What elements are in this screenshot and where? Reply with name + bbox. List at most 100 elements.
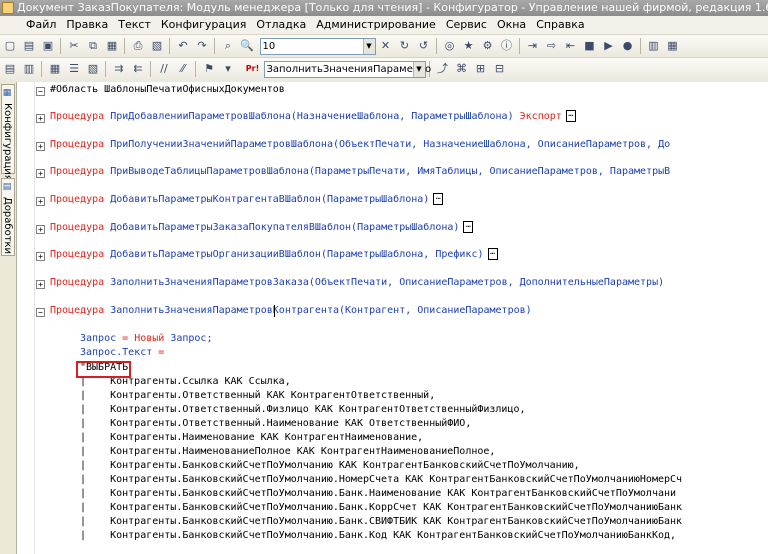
search-icon[interactable]: 🔍: [239, 38, 255, 54]
tab-configuration[interactable]: ▦ Конфигурация: [1, 84, 15, 181]
undo-icon[interactable]: ↶: [175, 38, 191, 54]
window-titlebar: Документ ЗаказПокупателя: Модуль менедже…: [0, 0, 768, 16]
run-icon[interactable]: ★: [461, 38, 477, 54]
procedure-line: Процедура ПриПолученииЗначенийПараметров…: [50, 139, 671, 150]
menu-windows[interactable]: Окна: [492, 16, 531, 34]
breakpoint-icon[interactable]: ●: [620, 38, 636, 54]
tab-modifications-label: Доработки: [2, 197, 13, 255]
step-over-icon[interactable]: ⇨: [544, 38, 560, 54]
print-preview-icon[interactable]: ▧: [149, 38, 165, 54]
fold-toggle[interactable]: +: [36, 169, 45, 178]
query-field-line: | Контрагенты.БанковскийСчетПоУмолчанию.…: [80, 530, 677, 541]
fold-toggle[interactable]: +: [36, 225, 45, 234]
go-to-definition-icon[interactable]: ⤴: [435, 61, 451, 77]
search-input[interactable]: 10 ▼: [259, 38, 376, 55]
code-editor[interactable]: − #Область ШаблоныПечатиОфисныхДокументо…: [17, 82, 768, 554]
continue-icon[interactable]: ▶: [601, 38, 617, 54]
collapsed-block-marker[interactable]: …: [565, 110, 576, 122]
fold-toggle[interactable]: +: [36, 252, 45, 261]
text-cursor: [274, 305, 275, 317]
menu-service[interactable]: Сервис: [441, 16, 492, 34]
debug-icon[interactable]: ⚙: [480, 38, 496, 54]
menu-configuration[interactable]: Конфигурация: [156, 16, 252, 34]
chevron-down-icon[interactable]: ▼: [362, 39, 375, 54]
syntax-icon[interactable]: ◎: [442, 38, 458, 54]
code-area[interactable]: − #Область ШаблоныПечатиОфисныхДокументо…: [17, 82, 768, 554]
list-icon[interactable]: ☰: [66, 61, 82, 77]
window-icon[interactable]: ▥: [646, 38, 662, 54]
bookmark-icon[interactable]: ⚑: [201, 61, 217, 77]
open-folder-icon[interactable]: ▤: [21, 38, 37, 54]
fold-toggle[interactable]: −: [36, 87, 45, 96]
query-field-line: | Контрагенты.Ответственный.Наименование…: [80, 418, 472, 429]
procedure-line: Процедура ПриДобавленииПараметровШаблона…: [50, 110, 576, 124]
procedure-line: Процедура ЗаполнитьЗначенияПараметровКон…: [50, 305, 532, 316]
comment-icon[interactable]: //: [156, 61, 172, 77]
collapsed-block-marker[interactable]: …: [487, 248, 498, 260]
query-field-line: | Контрагенты.БанковскийСчетПоУмолчанию.…: [80, 474, 683, 485]
query-field-line: | Контрагенты.БанковскийСчетПоУмолчанию.…: [80, 502, 683, 513]
query-field-line: | Контрагенты.БанковскийСчетПоУмолчанию.…: [80, 516, 683, 527]
region-line: #Область ШаблоныПечатиОфисныхДокументов: [50, 84, 285, 95]
configuration-icon: ▦: [2, 88, 12, 98]
menu-file[interactable]: Файл: [0, 16, 61, 34]
replace-icon[interactable]: ↺: [416, 38, 432, 54]
chevron-down-icon[interactable]: ▼: [412, 62, 425, 77]
collapsed-block-marker[interactable]: …: [433, 193, 444, 205]
query-field-line: | Контрагенты.Наименование КАК Контраген…: [80, 432, 424, 443]
tab-configuration-label: Конфигурация: [2, 103, 13, 181]
print-icon[interactable]: ⎙: [130, 38, 146, 54]
new-document-icon[interactable]: ▢: [2, 38, 18, 54]
module-icon[interactable]: ▧: [85, 61, 101, 77]
menu-debug[interactable]: Отладка: [251, 16, 311, 34]
fold-toggle[interactable]: +: [36, 142, 45, 151]
query-field-line: | Контрагенты.Ответственный.Физлицо КАК …: [80, 404, 526, 415]
collapsed-block-marker[interactable]: …: [463, 221, 474, 233]
procedure-list-icon[interactable]: ▾: [220, 61, 236, 77]
query-field-line: | Контрагенты.Ответственный КАК Контраге…: [80, 390, 436, 401]
properties-icon[interactable]: ▥: [21, 61, 37, 77]
collapse-icon[interactable]: ⊟: [492, 61, 508, 77]
cut-icon[interactable]: ✂: [66, 38, 82, 54]
tile-icon[interactable]: ▦: [665, 38, 681, 54]
tab-modifications[interactable]: ▤ Доработки: [1, 178, 15, 256]
fold-toggle[interactable]: +: [36, 114, 45, 123]
find-next-icon[interactable]: ✕: [378, 38, 394, 54]
copy-icon[interactable]: ⧉: [85, 38, 101, 54]
grid-icon[interactable]: ▦: [47, 61, 63, 77]
redo-icon[interactable]: ↷: [194, 38, 210, 54]
find-in-folder-icon[interactable]: ⌕: [220, 38, 236, 54]
step-into-icon[interactable]: ⇥: [525, 38, 541, 54]
uncomment-icon[interactable]: ⁄⁄: [175, 61, 191, 77]
procedure-select[interactable]: ЗаполнитьЗначенияПараметро ▼: [263, 61, 431, 78]
config-tree-icon[interactable]: ▤: [2, 61, 18, 77]
fold-toggle[interactable]: +: [36, 280, 45, 289]
menu-bar: Файл Правка Текст Конфигурация Отладка Админи…: [0, 16, 768, 35]
side-panel: ▦ Конфигурация ▤ Доработки: [0, 82, 17, 554]
menu-administration[interactable]: Администрирование: [311, 16, 441, 34]
outdent-icon[interactable]: ⇇: [130, 61, 146, 77]
module-structure-icon[interactable]: ⌘: [454, 61, 470, 77]
expand-icon[interactable]: ⊞: [473, 61, 489, 77]
step-out-icon[interactable]: ⇤: [563, 38, 579, 54]
menu-edit[interactable]: Правка: [61, 16, 113, 34]
indent-icon[interactable]: ⇉: [111, 61, 127, 77]
menu-text[interactable]: Текст: [113, 16, 156, 34]
highlight-box: [76, 361, 131, 378]
menu-help[interactable]: Справка: [531, 16, 589, 34]
query-field-line: | Контрагенты.БанковскийСчетПоУмолчанию …: [80, 460, 580, 471]
fold-toggle[interactable]: −: [36, 308, 45, 317]
paste-icon[interactable]: ▦: [104, 38, 120, 54]
procedure-line: Процедура ДобавитьПараметрыОрганизацииВШ…: [50, 248, 498, 262]
fold-toggle[interactable]: +: [36, 197, 45, 206]
modifications-icon: ▤: [2, 182, 12, 192]
stop-icon[interactable]: ■: [582, 38, 598, 54]
code-line: Запрос = Новый Запрос;: [80, 333, 213, 344]
save-icon[interactable]: ▣: [40, 38, 56, 54]
module-toolbar: ▤ ▥ ▦ ☰ ▧ ⇉ ⇇ //⁄⁄ ⚑ ▾ Pr! ЗаполнитьЗначенияПараме…: [0, 58, 768, 83]
window-title: Документ ЗаказПокупателя: Модуль менедже…: [17, 1, 768, 14]
find-prev-icon[interactable]: ↻: [397, 38, 413, 54]
help-icon[interactable]: ⓘ: [499, 38, 515, 54]
query-field-line: | Контрагенты.НаименованиеПолное КАК Кон…: [80, 446, 496, 457]
procedure-line: Процедура ЗаполнитьЗначенияПараметровЗак…: [50, 277, 665, 288]
